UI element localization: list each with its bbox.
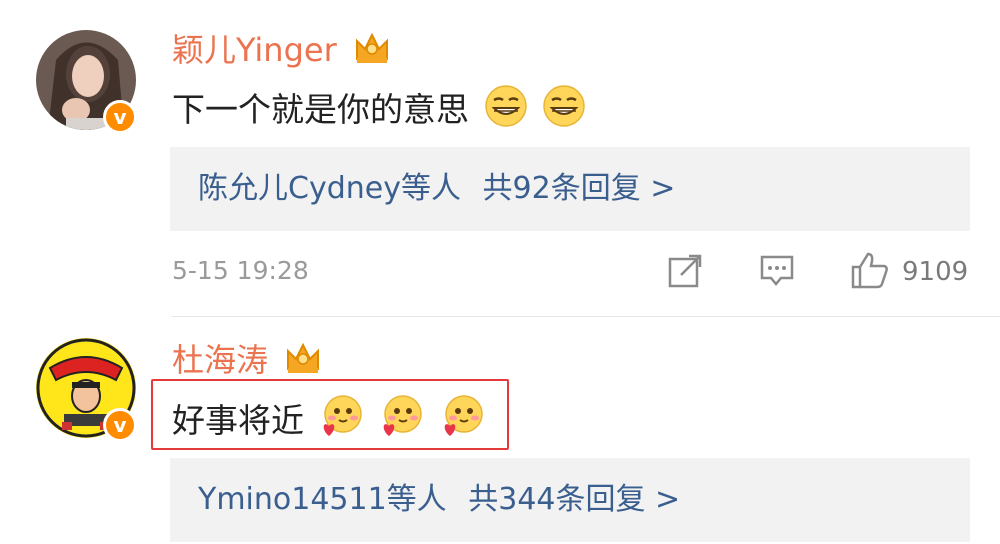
crown-icon [284, 341, 322, 384]
reply-count-link[interactable]: 共92条回复 > [483, 171, 676, 206]
crown-icon [353, 31, 391, 74]
grin-emoji-icon [484, 84, 528, 139]
username[interactable]: 颖儿Yinger [172, 30, 391, 74]
timestamp: 5-15 19:28 [172, 256, 309, 285]
replies-summary[interactable]: 陈允儿Cydney等人 共92条回复 > [170, 147, 970, 231]
share-icon[interactable] [667, 253, 703, 293]
highlight-box [151, 379, 509, 450]
like-count: 9109 [902, 257, 969, 287]
verified-badge-icon: v [103, 408, 137, 442]
reply-users[interactable]: Ymino14511等人 [198, 482, 447, 517]
username[interactable]: 杜海涛 [172, 340, 322, 384]
grin-emoji-icon [542, 84, 586, 139]
like-icon[interactable] [850, 251, 890, 293]
divider [172, 316, 1000, 317]
reply-users[interactable]: 陈允儿Cydney等人 [198, 171, 461, 206]
verified-badge-icon: v [103, 100, 137, 134]
comment-icon[interactable] [759, 254, 795, 292]
replies-summary[interactable]: Ymino14511等人 共344条回复 > [170, 458, 970, 542]
comment-text: 下一个就是你的意思 [172, 84, 586, 139]
comment-1: v 颖儿Yinger 下一个就是你的意思 陈允儿Cydney等人 共92条回复 … [0, 0, 1000, 320]
reply-count-link[interactable]: 共344条回复 > [468, 482, 680, 517]
